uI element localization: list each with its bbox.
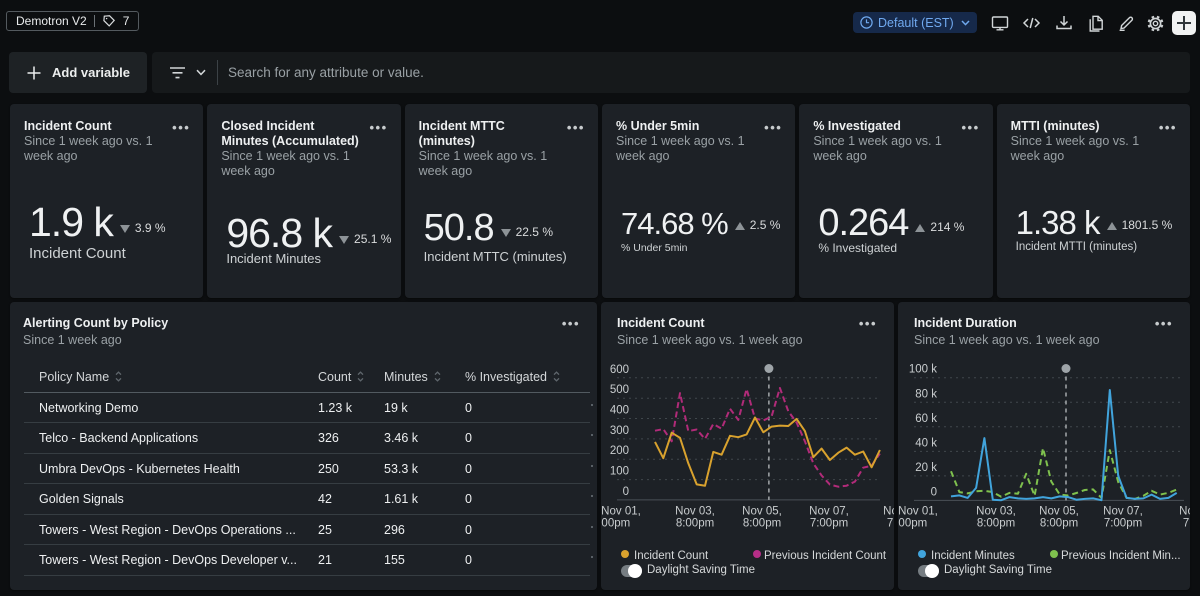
- svg-text:Nov 07,: Nov 07,: [1103, 506, 1143, 518]
- svg-text:Nov 09,: Nov 09,: [1179, 506, 1190, 518]
- svg-text:7:00pm: 7:00pm: [1183, 518, 1190, 530]
- svg-text:0: 0: [931, 486, 937, 498]
- svg-text:8:00pm: 8:00pm: [676, 518, 714, 530]
- svg-text:7:00pm: 7:00pm: [1104, 518, 1142, 530]
- svg-text:9:00pm: 9:00pm: [898, 518, 927, 530]
- svg-text:Nov 09,: Nov 09,: [883, 506, 894, 518]
- svg-text:Nov 03,: Nov 03,: [976, 506, 1016, 518]
- svg-text:400: 400: [610, 405, 629, 417]
- svg-text:40 k: 40 k: [915, 437, 937, 449]
- svg-text:Nov 01,: Nov 01,: [601, 506, 641, 518]
- svg-text:0: 0: [623, 486, 629, 498]
- svg-text:600: 600: [610, 364, 629, 376]
- svg-text:300: 300: [610, 425, 629, 437]
- svg-text:Nov 05,: Nov 05,: [1039, 506, 1079, 518]
- svg-text:500: 500: [610, 384, 629, 396]
- svg-text:200: 200: [610, 445, 629, 457]
- svg-text:9:00pm: 9:00pm: [601, 518, 630, 530]
- svg-text:100: 100: [610, 466, 629, 478]
- svg-text:60 k: 60 k: [915, 413, 937, 425]
- svg-text:Nov 07,: Nov 07,: [809, 506, 849, 518]
- svg-text:8:00pm: 8:00pm: [1040, 518, 1078, 530]
- svg-text:8:00pm: 8:00pm: [743, 518, 781, 530]
- svg-text:Nov 01,: Nov 01,: [898, 506, 938, 518]
- svg-text:100 k: 100 k: [909, 364, 937, 376]
- svg-text:7:00pm: 7:00pm: [810, 518, 848, 530]
- svg-text:Nov 03,: Nov 03,: [675, 506, 715, 518]
- svg-text:80 k: 80 k: [915, 388, 937, 400]
- svg-text:20 k: 20 k: [915, 462, 937, 474]
- svg-text:7:00pm: 7:00pm: [887, 518, 894, 530]
- svg-text:8:00pm: 8:00pm: [977, 518, 1015, 530]
- svg-text:Nov 05,: Nov 05,: [742, 506, 782, 518]
